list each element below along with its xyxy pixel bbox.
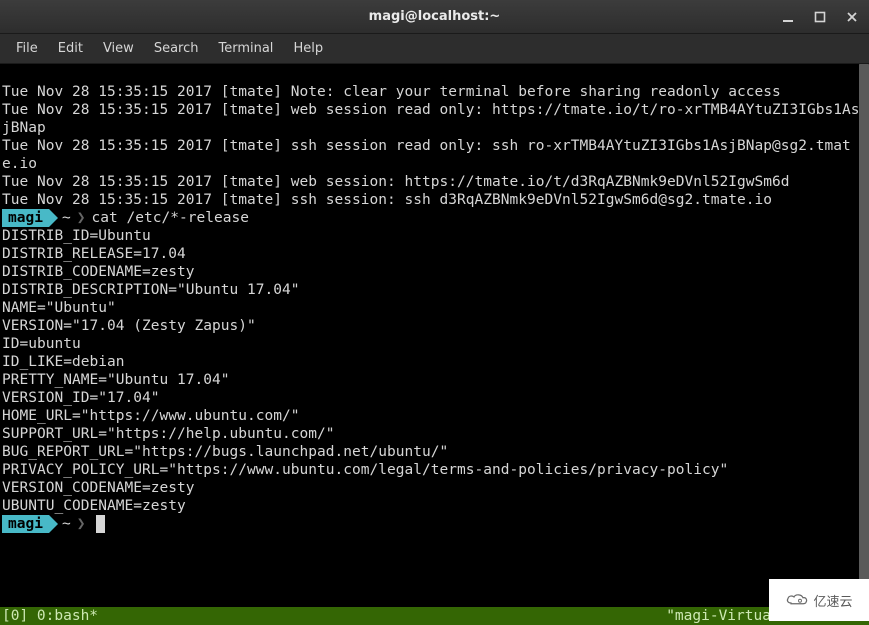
- terminal-content[interactable]: Tue Nov 28 15:35:15 2017 [tmate] Note: c…: [0, 64, 869, 569]
- tmux-status-bar: [0] 0:bash* "magi-VirtualBox" 15:39: [0, 607, 869, 625]
- terminal-line: ID=ubuntu: [2, 335, 867, 353]
- terminal-line: Tue Nov 28 15:35:15 2017 [tmate] ssh ses…: [2, 137, 867, 173]
- terminal-line: BUG_REPORT_URL="https://bugs.launchpad.n…: [2, 443, 867, 461]
- terminal-line: ID_LIKE=debian: [2, 353, 867, 371]
- terminal-line: NAME="Ubuntu": [2, 299, 867, 317]
- terminal-line: DISTRIB_ID=Ubuntu: [2, 227, 867, 245]
- chevron-right-icon: ❯: [77, 515, 90, 533]
- terminal-line: SUPPORT_URL="https://help.ubuntu.com/": [2, 425, 867, 443]
- terminal-line: VERSION_ID="17.04": [2, 389, 867, 407]
- prompt-line-current: magi ~❯: [2, 515, 867, 533]
- prompt-user: magi: [2, 209, 49, 227]
- window-controls: [777, 0, 863, 33]
- minimize-button[interactable]: [777, 6, 799, 28]
- terminal-line: VERSION="17.04 (Zesty Zapus)": [2, 317, 867, 335]
- terminal-line: DISTRIB_DESCRIPTION="Ubuntu 17.04": [2, 281, 867, 299]
- cloud-icon: [785, 592, 809, 608]
- terminal-line: PRIVACY_POLICY_URL="https://www.ubuntu.c…: [2, 461, 867, 479]
- terminal-line: Tue Nov 28 15:35:15 2017 [tmate] web ses…: [2, 173, 867, 191]
- watermark: 亿速云: [769, 579, 869, 621]
- cursor-icon: [96, 515, 105, 533]
- window-titlebar: magi@localhost:~: [0, 0, 869, 34]
- prompt-user: magi: [2, 515, 49, 533]
- prompt-line: magi ~❯cat /etc/*-release: [2, 209, 867, 227]
- terminal-line: Tue Nov 28 15:35:15 2017 [tmate] web ses…: [2, 101, 867, 137]
- terminal-line: VERSION_CODENAME=zesty: [2, 479, 867, 497]
- menubar: File Edit View Search Terminal Help: [0, 34, 869, 64]
- prompt-path: ~: [58, 515, 77, 533]
- status-left: [0] 0:bash*: [2, 607, 98, 625]
- menu-file[interactable]: File: [6, 37, 48, 60]
- menu-terminal[interactable]: Terminal: [208, 37, 283, 60]
- menu-help[interactable]: Help: [283, 37, 333, 60]
- scrollbar-thumb[interactable]: [859, 64, 869, 607]
- terminal-line: UBUNTU_CODENAME=zesty: [2, 497, 867, 515]
- terminal-line: DISTRIB_CODENAME=zesty: [2, 263, 867, 281]
- terminal-line: DISTRIB_RELEASE=17.04: [2, 245, 867, 263]
- terminal-area[interactable]: Tue Nov 28 15:35:15 2017 [tmate] Note: c…: [0, 64, 869, 625]
- terminal-line: PRETTY_NAME="Ubuntu 17.04": [2, 371, 867, 389]
- terminal-line: HOME_URL="https://www.ubuntu.com/": [2, 407, 867, 425]
- powerline-arrow-icon: [49, 515, 58, 533]
- scrollbar[interactable]: [859, 64, 869, 607]
- close-button[interactable]: [841, 6, 863, 28]
- menu-view[interactable]: View: [93, 37, 144, 60]
- terminal-line: Tue Nov 28 15:35:15 2017 [tmate] ssh ses…: [2, 191, 867, 209]
- maximize-button[interactable]: [809, 6, 831, 28]
- prompt-path: ~: [58, 209, 77, 227]
- watermark-text: 亿速云: [813, 591, 852, 610]
- chevron-right-icon: ❯: [77, 209, 90, 227]
- powerline-arrow-icon: [49, 209, 58, 227]
- prompt-command: cat /etc/*-release: [90, 209, 250, 227]
- window-title: magi@localhost:~: [369, 9, 501, 24]
- menu-search[interactable]: Search: [144, 37, 209, 60]
- menu-edit[interactable]: Edit: [48, 37, 93, 60]
- terminal-line: Tue Nov 28 15:35:15 2017 [tmate] Note: c…: [2, 83, 867, 101]
